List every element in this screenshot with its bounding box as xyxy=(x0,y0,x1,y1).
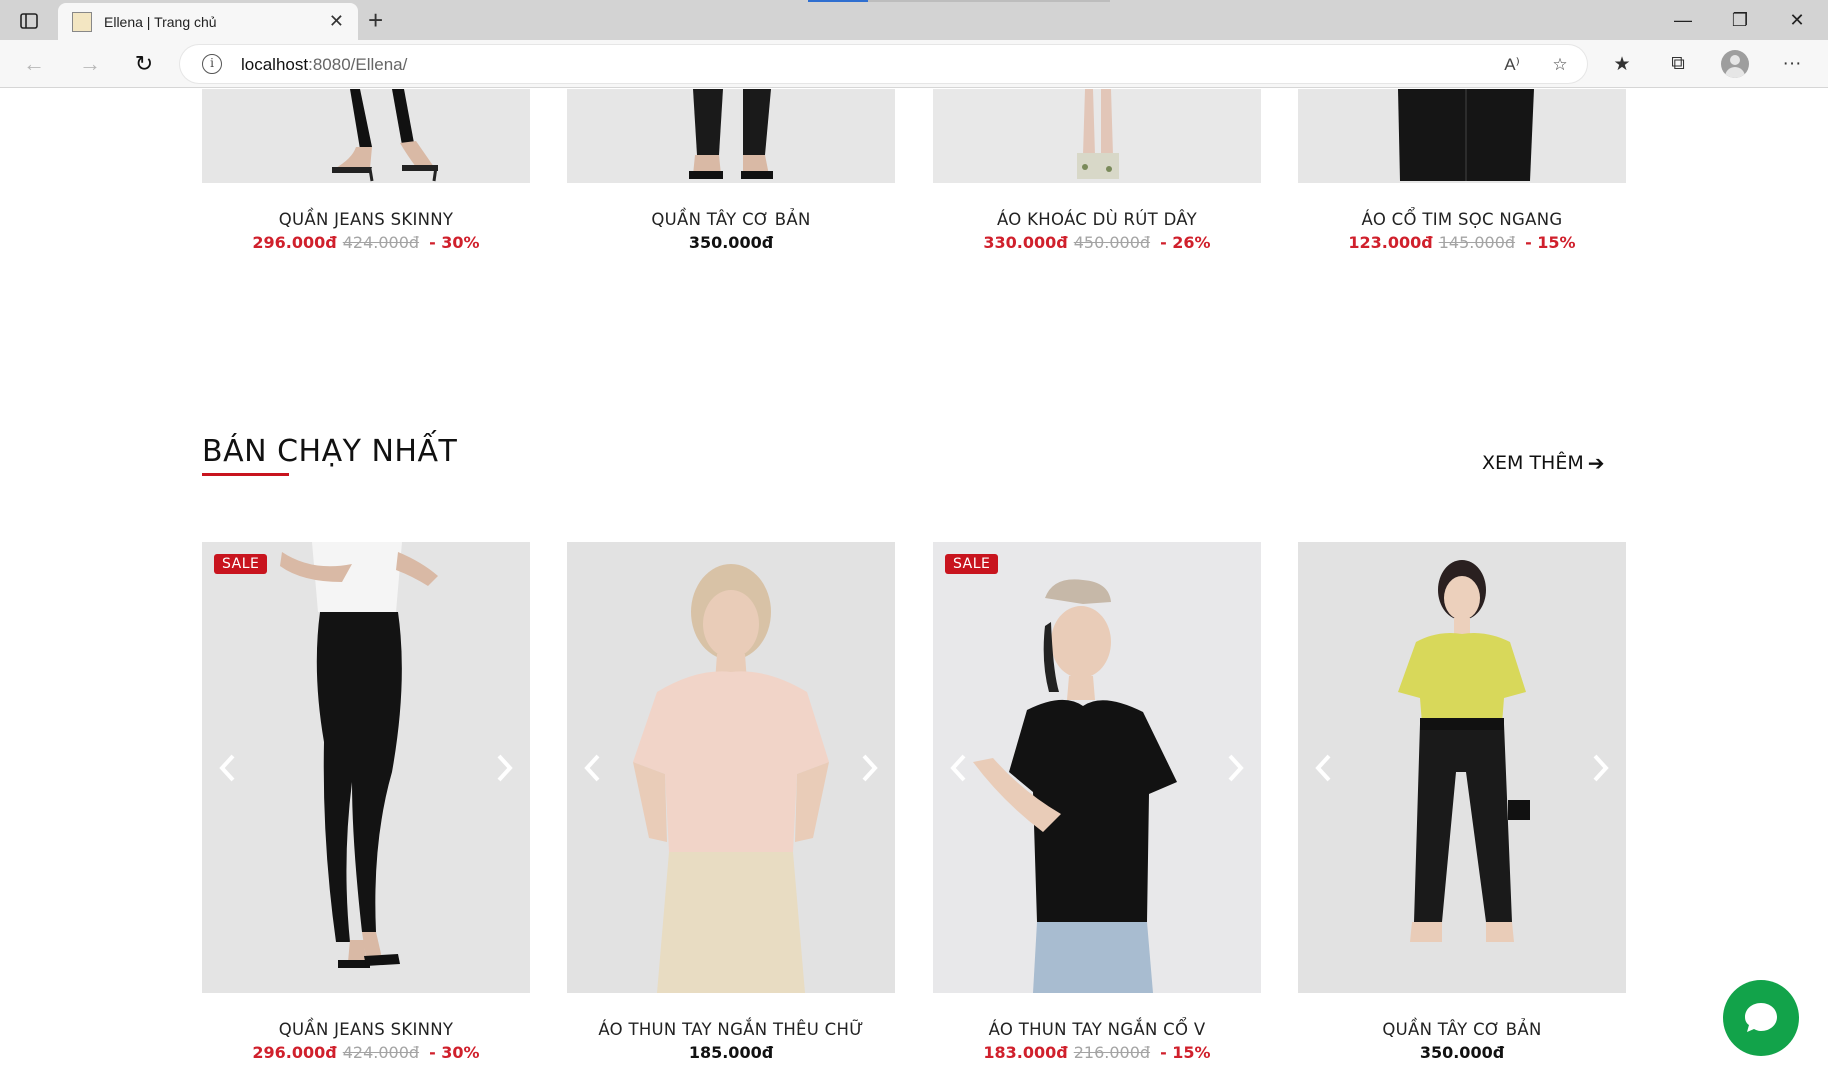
discount-percent: - 26% xyxy=(1160,233,1211,252)
product-name[interactable]: QUẦN JEANS SKINNY xyxy=(182,1020,550,1039)
carousel-prev-icon[interactable] xyxy=(208,542,248,993)
price: 350.000đ xyxy=(1419,1043,1505,1062)
browser-tab-active[interactable]: Ellena | Trang chủ ✕ xyxy=(58,3,358,40)
carousel-next-icon[interactable] xyxy=(1215,542,1255,993)
product-name[interactable]: ÁO KHOÁC DÙ RÚT DÂY xyxy=(913,210,1281,229)
product-price: 123.000đ 145.000đ - 15% xyxy=(1268,233,1656,252)
profile-avatar[interactable] xyxy=(1721,50,1749,78)
discount-percent: - 15% xyxy=(1525,233,1576,252)
window-close-button[interactable]: ✕ xyxy=(1774,4,1820,36)
old-price: 216.000đ xyxy=(1073,1043,1151,1062)
product-image[interactable] xyxy=(567,542,895,993)
discount-percent: - 30% xyxy=(429,1043,480,1062)
product-price: 330.000đ 450.000đ - 26% xyxy=(903,233,1291,252)
favorites-icon[interactable]: ★ xyxy=(1608,50,1636,78)
product-name[interactable]: QUẦN TÂY CƠ BẢN xyxy=(547,210,915,229)
window-minimize-button[interactable]: — xyxy=(1660,4,1706,36)
carousel-prev-icon[interactable] xyxy=(1304,542,1344,993)
site-info-icon[interactable]: i xyxy=(202,54,222,74)
product-image[interactable] xyxy=(202,89,530,183)
product-name[interactable]: ÁO THUN TAY NGẮN CỔ V xyxy=(913,1020,1281,1039)
more-menu-icon[interactable]: ··· xyxy=(1778,50,1806,78)
carousel-prev-icon[interactable] xyxy=(573,542,613,993)
forward-arrow-icon[interactable]: → xyxy=(74,48,106,80)
carousel-next-icon[interactable] xyxy=(1580,542,1620,993)
address-bar[interactable]: i localhost:8080/Ellena/ A⁾ ☆ xyxy=(180,45,1587,83)
section-title-underline xyxy=(202,473,289,476)
loading-strip-accent xyxy=(808,0,868,2)
sale-price: 330.000đ xyxy=(983,233,1068,252)
product-image[interactable]: SALE xyxy=(202,542,530,993)
old-price: 424.000đ xyxy=(342,233,420,252)
product-price: 183.000đ 216.000đ - 15% xyxy=(903,1043,1291,1062)
product-price: 350.000đ xyxy=(1268,1043,1656,1062)
url-path: :8080/Ellena/ xyxy=(308,55,408,74)
sale-price: 296.000đ xyxy=(252,1043,337,1062)
tab-actions-icon[interactable] xyxy=(14,8,44,34)
product-name[interactable]: QUẦN JEANS SKINNY xyxy=(182,210,550,229)
window-restore-button[interactable]: ❐ xyxy=(1717,4,1763,36)
product-image[interactable] xyxy=(1298,89,1626,183)
product-name[interactable]: ÁO THUN TAY NGẮN THÊU CHỮ xyxy=(547,1020,915,1039)
collections-icon[interactable]: ⧉ xyxy=(1664,50,1692,78)
url-host: localhost xyxy=(241,55,309,74)
product-price: 350.000đ xyxy=(537,233,925,252)
tab-favicon-icon xyxy=(72,12,92,32)
old-price: 145.000đ xyxy=(1438,233,1516,252)
page-viewport: QUẦN JEANS SKINNY 296.000đ 424.000đ - 30% … xyxy=(0,89,1828,1080)
product-image[interactable] xyxy=(933,89,1261,183)
tab-close-icon[interactable]: ✕ xyxy=(329,11,344,31)
product-image[interactable] xyxy=(567,89,895,183)
old-price: 450.000đ xyxy=(1073,233,1151,252)
sale-price: 183.000đ xyxy=(983,1043,1068,1062)
product-name[interactable]: QUẦN TÂY CƠ BẢN xyxy=(1278,1020,1646,1039)
add-favorite-icon[interactable]: ☆ xyxy=(1548,53,1572,77)
product-name[interactable]: ÁO CỔ TIM SỌC NGANG xyxy=(1278,210,1646,229)
see-more-link[interactable]: XEM THÊM ➔ xyxy=(1482,451,1605,475)
sale-price: 123.000đ xyxy=(1348,233,1433,252)
price: 185.000đ xyxy=(688,1043,774,1062)
product-price: 296.000đ 424.000đ - 30% xyxy=(172,233,560,252)
tab-title: Ellena | Trang chủ xyxy=(104,14,217,30)
product-image[interactable] xyxy=(1298,542,1626,993)
discount-percent: - 15% xyxy=(1160,1043,1211,1062)
chat-button[interactable] xyxy=(1723,980,1799,1056)
chat-bubble-icon xyxy=(1745,1003,1777,1032)
sale-price: 296.000đ xyxy=(252,233,337,252)
arrow-right-icon: ➔ xyxy=(1587,451,1605,475)
browser-titlebar: Ellena | Trang chủ ✕ + — ❐ ✕ xyxy=(0,0,1828,40)
reload-icon[interactable]: ↻ xyxy=(128,48,160,80)
browser-toolbar: ← → ↻ i localhost:8080/Ellena/ A⁾ ☆ ★ ⧉ … xyxy=(0,40,1828,88)
product-price: 185.000đ xyxy=(537,1043,925,1062)
price: 350.000đ xyxy=(688,233,774,252)
old-price: 424.000đ xyxy=(342,1043,420,1062)
product-price: 296.000đ 424.000đ - 30% xyxy=(172,1043,560,1062)
carousel-next-icon[interactable] xyxy=(484,542,524,993)
new-tab-icon[interactable]: + xyxy=(368,6,383,34)
carousel-prev-icon[interactable] xyxy=(939,542,979,993)
product-image[interactable]: SALE xyxy=(933,542,1261,993)
discount-percent: - 30% xyxy=(429,233,480,252)
back-arrow-icon[interactable]: ← xyxy=(18,48,50,80)
url-text[interactable]: localhost:8080/Ellena/ xyxy=(241,55,407,75)
section-title: BÁN CHẠY NHẤT xyxy=(202,434,458,469)
see-more-label: XEM THÊM xyxy=(1482,452,1584,474)
read-aloud-icon[interactable]: A⁾ xyxy=(1500,53,1524,77)
carousel-next-icon[interactable] xyxy=(849,542,889,993)
